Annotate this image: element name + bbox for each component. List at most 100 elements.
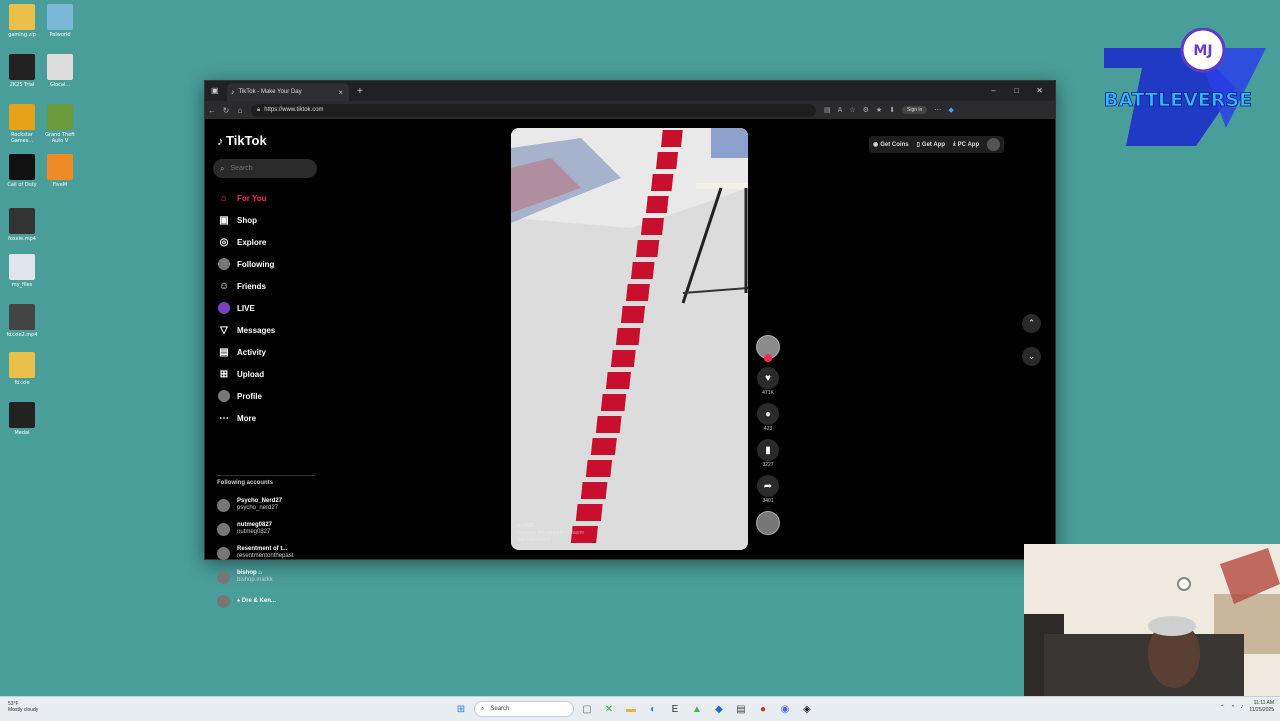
edge-icon[interactable]: ◐ [644, 700, 662, 718]
vscode-icon[interactable]: ◆ [710, 700, 728, 718]
share-action[interactable]: ➦ 3401 [756, 475, 780, 504]
next-video-button[interactable]: ⌄ [1022, 347, 1041, 366]
desktop-icon[interactable]: foxxie2.mp4 [2, 304, 42, 338]
new-tab-button[interactable]: + [357, 86, 363, 97]
sign-in-button[interactable]: Sign in [902, 106, 928, 114]
comment-action[interactable]: ● 423 [756, 403, 780, 432]
sidebar-item-live[interactable]: LIVE [217, 297, 275, 319]
desktop-icon-label: Grand Theft Auto V [45, 132, 75, 144]
desktop-icon[interactable]: foxxie.mp4 [2, 208, 42, 242]
taskbar-search[interactable]: ⌕ Search [474, 701, 574, 717]
tab-close-icon[interactable]: × [338, 88, 343, 97]
read-aloud-icon[interactable]: A [838, 107, 843, 114]
xbox-icon[interactable]: ✕ [600, 700, 618, 718]
sidebar-item-following[interactable]: Following [217, 253, 275, 275]
app-icon-red[interactable]: ● [754, 700, 772, 718]
desktop-icon[interactable]: FiveM [40, 154, 80, 188]
weather-widget[interactable]: 53°F Mostly cloudy [8, 701, 38, 713]
get-app-label: Get App [921, 141, 946, 148]
back-icon[interactable]: ← [205, 106, 219, 115]
sidebar-item-activity[interactable]: ▤ Activity [217, 341, 275, 363]
desktop-icon[interactable]: Call of Duty [2, 154, 42, 188]
bookmark-icon[interactable]: ▮ [757, 439, 779, 461]
favorite-star-icon[interactable]: ☆ [849, 106, 855, 114]
pc-app-label: PC App [957, 141, 980, 148]
top-right-actions: ◉ Get Coins ▯ Get App ⤓ PC App [869, 136, 1005, 153]
following-account[interactable]: ♠ Dre & Ken... [217, 589, 293, 613]
desktop-icon-image [9, 4, 35, 30]
tiktok-logo[interactable]: ♪ TikTok [217, 133, 267, 148]
desktop-icon[interactable]: my_files [2, 254, 42, 288]
comment-icon[interactable]: ● [757, 403, 779, 425]
following-account[interactable]: bishop ⌂ bishop.markk [217, 565, 293, 589]
follow-plus-icon[interactable] [764, 354, 772, 362]
following-account[interactable]: Psycho_Nerd27 psycho_nerd27 [217, 493, 293, 517]
heart-icon[interactable]: ♥ [757, 367, 779, 389]
domino [590, 438, 617, 455]
copilot-icon[interactable]: ◆ [948, 106, 953, 114]
browser-tab[interactable]: ♪ TikTok - Make Your Day × [227, 83, 349, 101]
task-view-icon[interactable]: ▢ [578, 700, 596, 718]
desktop-icon[interactable]: Medal [2, 402, 42, 436]
reader-icon[interactable]: ▤ [824, 106, 831, 114]
desktop-icon[interactable]: Glocal... [40, 54, 80, 88]
volume-icon[interactable]: ♪ [1240, 704, 1243, 710]
sidebar-item-more[interactable]: ⋯ More [217, 407, 275, 429]
downloads-icon[interactable]: ⬇ [889, 106, 895, 114]
store-icon[interactable]: ▤ [732, 700, 750, 718]
following-account[interactable]: nutmeg0827 nutmeg0827 [217, 517, 293, 541]
refresh-icon[interactable]: ↻ [219, 106, 233, 115]
browser-toolbar: ▤ A ☆ ⚙ ★ ⬇ Sign in ⋯ ◆ [824, 106, 954, 114]
account-text: nutmeg0827 nutmeg0827 [237, 522, 272, 536]
file-explorer-icon[interactable]: ▬ [622, 700, 640, 718]
desktop-icon-image [9, 402, 35, 428]
start-windows-icon[interactable]: ⊞ [452, 700, 470, 718]
see-translation-link[interactable]: See translation [517, 537, 584, 544]
nvidia-icon[interactable]: ▲ [688, 700, 706, 718]
sidebar-item-for-you[interactable]: ⌂ For You [217, 187, 275, 209]
pc-app-button[interactable]: ⤓ PC App [953, 141, 979, 148]
music-disc-avatar[interactable] [756, 511, 780, 535]
sidebar-item-shop[interactable]: ▣ Shop [217, 209, 275, 231]
sidebar-item-explore[interactable]: ◎ Explore [217, 231, 275, 253]
clock[interactable]: 11:11 AM 11/25/2025 [1249, 700, 1274, 714]
url-field[interactable]: 🔒︎ https://www.tiktok.com [251, 103, 816, 117]
favorites-icon[interactable]: ★ [876, 106, 882, 114]
following-account[interactable]: Resentment of t... resentmentonthepast [217, 541, 293, 565]
share-icon[interactable]: ➦ [757, 475, 779, 497]
epic-games-icon[interactable]: E [666, 700, 684, 718]
desktop-icon[interactable]: gaming.zip [2, 4, 42, 38]
sidebar-item-profile[interactable]: Profile [217, 385, 275, 407]
close-window-button[interactable]: ✕ [1028, 81, 1051, 101]
get-app-button[interactable]: ▯ Get App [917, 141, 946, 149]
network-icon[interactable]: ◔ [1231, 704, 1235, 710]
video-player[interactable]: art4809 #domino #dominoeffect #asmr See … [511, 128, 748, 550]
maximize-button[interactable]: □ [1005, 81, 1028, 101]
get-coins-button[interactable]: ◉ Get Coins [873, 141, 909, 149]
save-action[interactable]: ▮ 3227 [756, 439, 780, 468]
sidebar-item-upload[interactable]: ⊞ Upload [217, 363, 275, 385]
browser-menu-icon[interactable]: ⋯ [934, 106, 941, 114]
extensions-icon[interactable]: ⚙ [863, 106, 869, 114]
desktop-icon[interactable]: Grand Theft Auto V [40, 104, 80, 144]
profile-avatar[interactable] [987, 138, 1001, 151]
minimize-button[interactable]: – [982, 81, 1005, 101]
creator-avatar[interactable] [756, 335, 780, 362]
previous-video-button[interactable]: ⌃ [1022, 314, 1041, 333]
sidebar-item-messages[interactable]: ▽ Messages [217, 319, 275, 341]
webcam-frame [1024, 544, 1280, 696]
desktop-icon-label: my_files [11, 282, 33, 288]
taskbar: 53°F Mostly cloudy ⊞ ⌕ Search ▢ ✕ ▬ ◐ E ▲… [0, 696, 1280, 721]
medal-icon[interactable]: ◈ [798, 700, 816, 718]
home-icon[interactable]: ⌂ [233, 106, 247, 115]
sidebar-item-friends[interactable]: ☺ Friends [217, 275, 275, 297]
like-action[interactable]: ♥ 471K [756, 367, 780, 396]
search-input[interactable]: ⌕ Search [213, 159, 317, 178]
tab-actions-icon[interactable]: ▣ [211, 86, 219, 95]
desktop-icon[interactable]: Rockstar Games... [2, 104, 42, 144]
desktop-icon[interactable]: 2K25 Trial [2, 54, 42, 88]
desktop-icon[interactable]: Palworld [40, 4, 80, 38]
tray-overflow-icon[interactable]: ⌃ [1220, 704, 1225, 711]
desktop-icon[interactable]: foxxie [2, 352, 42, 386]
discord-icon[interactable]: ◉ [776, 700, 794, 718]
